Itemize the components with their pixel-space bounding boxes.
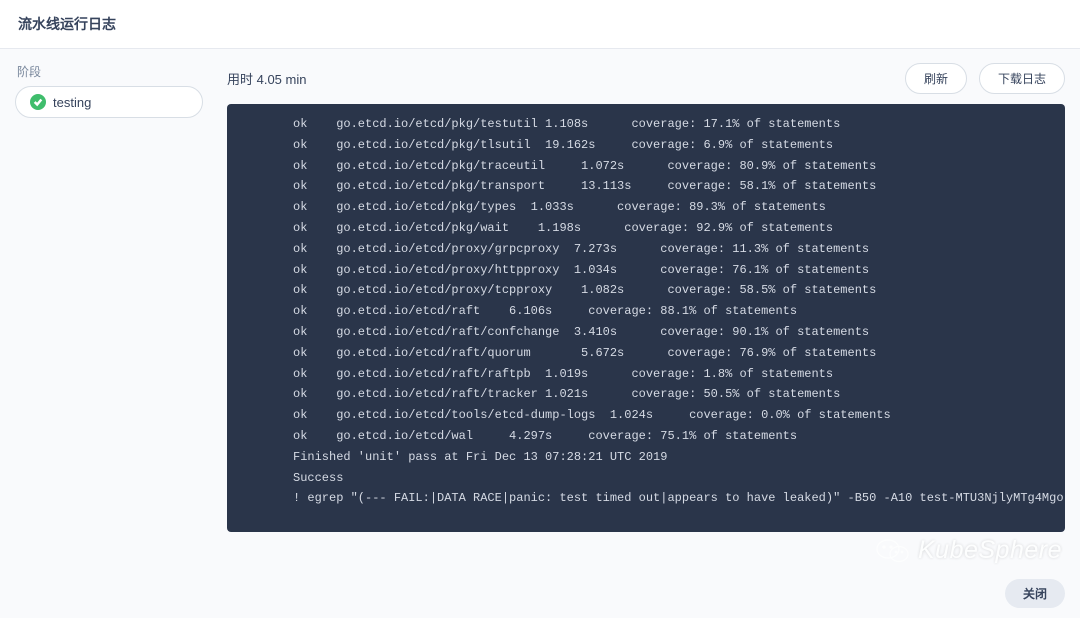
sidebar: 阶段 testing — [15, 63, 203, 532]
close-button[interactable]: 关闭 — [1005, 579, 1065, 608]
duration-label: 用时 4.05 min — [227, 69, 306, 88]
log-line: ok go.etcd.io/etcd/tools/etcd-dump-logs … — [227, 405, 1065, 426]
download-log-button[interactable]: 下载日志 — [979, 63, 1065, 94]
log-line: ok go.etcd.io/etcd/raft/confchange 3.410… — [227, 322, 1065, 343]
log-line: ok go.etcd.io/etcd/raft/quorum 5.672s co… — [227, 343, 1065, 364]
log-line: Finished 'unit' pass at Fri Dec 13 07:28… — [227, 447, 1065, 468]
toolbar-actions: 刷新 下载日志 — [905, 63, 1065, 94]
log-line: ok go.etcd.io/etcd/wal 4.297s coverage: … — [227, 426, 1065, 447]
log-line: ok go.etcd.io/etcd/pkg/testutil 1.108s c… — [227, 114, 1065, 135]
page-title: 流水线运行日志 — [18, 16, 116, 32]
refresh-button[interactable]: 刷新 — [905, 63, 967, 94]
log-line: ok go.etcd.io/etcd/raft 6.106s coverage:… — [227, 301, 1065, 322]
main-content: 阶段 testing 用时 4.05 min 刷新 下载日志 ok go.etc… — [0, 49, 1080, 546]
log-toolbar: 用时 4.05 min 刷新 下载日志 — [227, 63, 1065, 94]
log-line: ok go.etcd.io/etcd/pkg/transport 13.113s… — [227, 176, 1065, 197]
log-line: ok go.etcd.io/etcd/pkg/types 1.033s cove… — [227, 197, 1065, 218]
footer-actions: 关闭 — [1005, 579, 1065, 608]
log-line: ok go.etcd.io/etcd/pkg/traceutil 1.072s … — [227, 156, 1065, 177]
log-line: Success — [227, 468, 1065, 489]
log-section: 用时 4.05 min 刷新 下载日志 ok go.etcd.io/etcd/p… — [227, 63, 1065, 532]
stage-item-testing[interactable]: testing — [15, 86, 203, 118]
log-line: ok go.etcd.io/etcd/raft/raftpb 1.019s co… — [227, 364, 1065, 385]
log-line: ok go.etcd.io/etcd/raft/tracker 1.021s c… — [227, 384, 1065, 405]
log-line: ok go.etcd.io/etcd/pkg/wait 1.198s cover… — [227, 218, 1065, 239]
log-line: ok go.etcd.io/etcd/proxy/httpproxy 1.034… — [227, 260, 1065, 281]
log-line: ok go.etcd.io/etcd/pkg/tlsutil 19.162s c… — [227, 135, 1065, 156]
log-line: ok go.etcd.io/etcd/proxy/tcpproxy 1.082s… — [227, 280, 1065, 301]
stage-name: testing — [53, 95, 91, 110]
stage-section-label: 阶段 — [15, 63, 203, 80]
log-output[interactable]: ok go.etcd.io/etcd/pkg/testutil 1.108s c… — [227, 104, 1065, 532]
log-line: ok go.etcd.io/etcd/proxy/grpcproxy 7.273… — [227, 239, 1065, 260]
check-circle-icon — [30, 94, 46, 110]
modal-header: 流水线运行日志 — [0, 0, 1080, 49]
log-line: ! egrep "(--- FAIL:|DATA RACE|panic: tes… — [227, 488, 1065, 509]
